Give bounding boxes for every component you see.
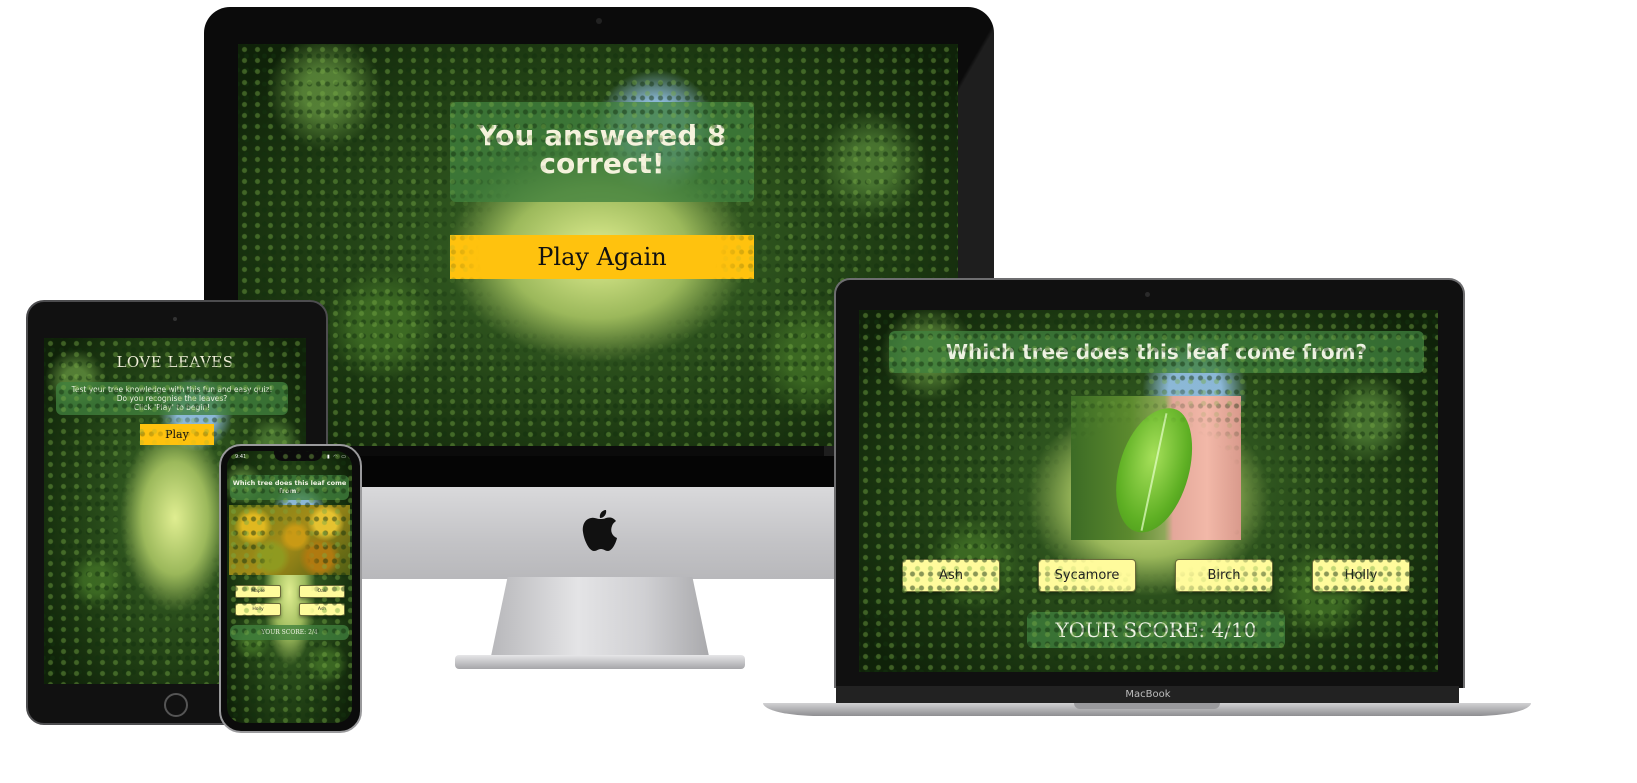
question-text: Which tree does this leaf come from? bbox=[945, 340, 1368, 364]
leaf-image bbox=[229, 505, 350, 575]
question-text: Which tree does this leaf come from? bbox=[232, 479, 347, 495]
answer-button-maple[interactable]: Maple bbox=[235, 585, 281, 598]
iphone-notch bbox=[274, 451, 322, 461]
imac-camera bbox=[596, 18, 602, 24]
status-icons: ▮ ◠ ▭ bbox=[327, 454, 348, 460]
ipad-camera bbox=[173, 317, 177, 321]
intro-line: Click 'Play' to begin! bbox=[133, 403, 211, 412]
macbook-label: MacBook bbox=[1125, 689, 1171, 700]
app-title: LOVE LEAVES bbox=[116, 353, 234, 371]
imac-foot bbox=[455, 655, 745, 669]
status-time: 9:41 bbox=[235, 454, 247, 460]
macbook-camera bbox=[1145, 292, 1150, 297]
iphone-screen: 9:41 ▮ ◠ ▭ Which tree does this leaf com… bbox=[227, 451, 352, 723]
apple-logo-icon bbox=[582, 510, 617, 551]
play-button[interactable]: Play bbox=[140, 424, 214, 445]
score-panel: YOUR SCORE: 2/4 bbox=[230, 625, 349, 640]
play-again-button[interactable]: Play Again bbox=[450, 235, 754, 279]
score-panel: YOUR SCORE: 4/10 bbox=[1027, 612, 1285, 648]
macbook-screen: Which tree does this leaf come from? Ash… bbox=[859, 310, 1438, 672]
imac-stand bbox=[490, 577, 710, 661]
intro-line: Do you recognise the leaves? bbox=[116, 394, 228, 403]
result-text: You answered 8 correct! bbox=[477, 119, 727, 180]
answer-button-oak[interactable]: Oak bbox=[299, 585, 345, 598]
result-panel: You answered 8 correct! bbox=[450, 102, 754, 202]
intro-line: Test your tree knowledge with this fun a… bbox=[71, 385, 273, 394]
home-button-icon bbox=[164, 693, 188, 717]
intro-panel: Test your tree knowledge with this fun a… bbox=[56, 382, 288, 415]
answer-button-sycamore[interactable]: Sycamore bbox=[1038, 559, 1136, 592]
question-panel: Which tree does this leaf come from? bbox=[230, 475, 349, 500]
macbook-notch bbox=[1074, 703, 1220, 709]
answer-button-ash[interactable]: Ash bbox=[299, 603, 345, 616]
answer-button-holly[interactable]: Holly bbox=[235, 603, 281, 616]
answer-button-holly[interactable]: Holly bbox=[1312, 559, 1410, 592]
question-panel: Which tree does this leaf come from? bbox=[889, 331, 1424, 373]
score-text: YOUR SCORE: 2/4 bbox=[261, 629, 318, 636]
answer-button-ash[interactable]: Ash bbox=[902, 559, 1000, 592]
score-text: YOUR SCORE: 4/10 bbox=[1055, 618, 1257, 642]
answer-button-birch[interactable]: Birch bbox=[1175, 559, 1273, 592]
leaf-image bbox=[1071, 396, 1241, 540]
